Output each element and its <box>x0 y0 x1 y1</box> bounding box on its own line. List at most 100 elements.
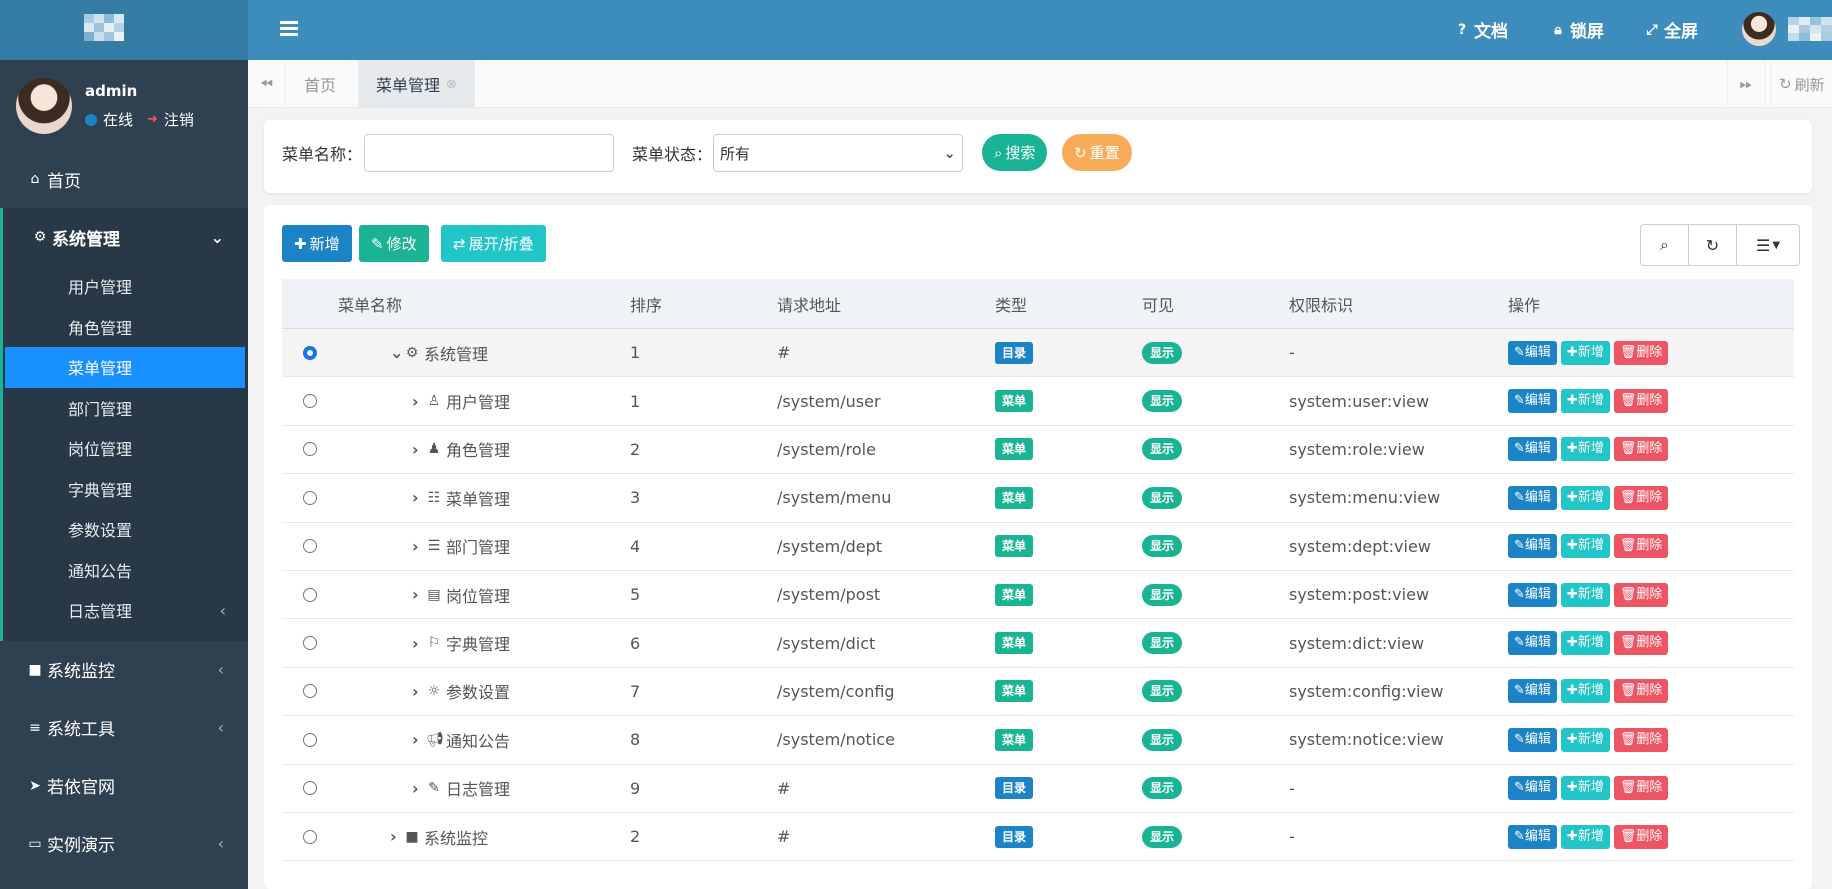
chevron-right-icon[interactable]: › <box>412 682 420 701</box>
row-add-button[interactable]: ✚新增 <box>1560 534 1610 559</box>
fullscreen-button[interactable]: ⤢ 全屏 <box>1644 17 1698 43</box>
row-edit-button[interactable]: ✎编辑 <box>1508 485 1557 510</box>
table-row[interactable]: › 📢︎ 通知公告 8/system/notice 菜单 显示 system:notice:… <box>282 716 1794 765</box>
row-add-button[interactable]: ✚新增 <box>1560 631 1610 656</box>
table-row[interactable]: › ■ 系统监控 2 # 目录 显示 - ✎编辑 ✚新增 🗑︎删除 <box>282 813 1794 862</box>
nav-item-notice[interactable]: 通知公告 <box>3 550 248 591</box>
row-delete-button[interactable]: 🗑︎删除 <box>1613 340 1669 365</box>
row-delete-button[interactable]: 🗑︎删除 <box>1613 389 1669 414</box>
chevron-right-icon[interactable]: › <box>412 585 420 604</box>
chevron-right-icon[interactable]: › <box>412 730 420 749</box>
nav-home[interactable]: ⌂ 首页 <box>0 150 248 208</box>
chevron-right-icon[interactable]: › <box>412 392 420 411</box>
row-edit-button[interactable]: ✎编辑 <box>1508 824 1557 849</box>
table-row[interactable]: › ☰ 部门管理 4/system/dept 菜单 显示 system:dept:view ✎… <box>282 523 1794 571</box>
row-delete-button[interactable]: 🗑︎删除 <box>1613 485 1669 510</box>
chevron-down-icon[interactable]: ⌄ <box>390 343 403 362</box>
nav-site[interactable]: ➤ 若依官网 <box>0 757 248 815</box>
table-row[interactable]: ⌄ ⚙ 系统管理 1 # 目录 显示 - ✎编辑 ✚新增 🗑︎删除 <box>282 329 1794 378</box>
table-row[interactable]: › ☷ 菜单管理 3/system/menu 菜单 显示 system:menu:view ✎… <box>282 474 1794 523</box>
chevron-right-icon[interactable]: › <box>412 440 420 459</box>
chevron-right-icon[interactable]: › <box>412 634 420 653</box>
topbar-avatar[interactable] <box>1742 12 1776 46</box>
logout-link[interactable]: 注销 <box>164 109 194 130</box>
tab-scroll-right-button[interactable]: ⏩︎ <box>1727 60 1765 108</box>
nav-tools[interactable]: ≡ 系统工具 ‹ <box>0 699 248 757</box>
row-edit-button[interactable]: ✎编辑 <box>1508 437 1557 462</box>
logout-icon[interactable]: ➜ <box>147 112 158 127</box>
row-select-radio[interactable] <box>303 490 317 505</box>
chevron-right-icon[interactable]: › <box>412 779 420 798</box>
logo[interactable] <box>0 0 248 60</box>
row-add-button[interactable]: ✚新增 <box>1560 776 1610 801</box>
table-row[interactable]: › ⚐ 字典管理 6/system/dict 菜单 显示 system:dict:view ✎… <box>282 619 1794 668</box>
row-delete-button[interactable]: 🗑︎删除 <box>1613 679 1669 704</box>
chevron-right-icon[interactable]: › <box>412 488 420 507</box>
nav-item-menu[interactable]: 菜单管理 <box>5 347 245 388</box>
row-select-radio[interactable] <box>303 732 317 747</box>
lock-screen-button[interactable]: 🔒︎ 锁屏 <box>1550 17 1604 43</box>
expand-collapse-button[interactable]: ⇄ 展开/折叠 <box>441 225 546 262</box>
row-add-button[interactable]: ✚新增 <box>1560 824 1610 849</box>
chevron-right-icon[interactable]: › <box>412 537 420 556</box>
nav-demo[interactable]: ▭ 实例演示 ‹ <box>0 815 248 873</box>
row-add-button[interactable]: ✚新增 <box>1560 727 1610 752</box>
table-row[interactable]: › ✎ 日志管理 9 # 目录 显示 - ✎编辑 ✚新增 🗑︎删除 <box>282 765 1794 813</box>
nav-monitor[interactable]: ■ 系统监控 ‹ <box>0 641 248 699</box>
nav-item-dict[interactable]: 字典管理 <box>3 469 248 510</box>
row-select-radio[interactable] <box>303 829 317 844</box>
row-select-radio[interactable] <box>303 636 317 651</box>
table-row[interactable]: › ♙ 用户管理 1/system/user 菜单 显示 system:user:view ✎… <box>282 377 1794 426</box>
row-select-radio[interactable] <box>303 394 317 409</box>
row-delete-button[interactable]: 🗑︎删除 <box>1613 776 1669 801</box>
row-edit-button[interactable]: ✎编辑 <box>1508 631 1557 656</box>
row-edit-button[interactable]: ✎编辑 <box>1508 776 1557 801</box>
table-row[interactable]: › ▤ 岗位管理 5/system/post 菜单 显示 system:post:view ✎… <box>282 571 1794 620</box>
docs-button[interactable]: ? 文档 <box>1454 17 1508 43</box>
search-toggle-button[interactable]: ⌕ <box>1641 225 1689 265</box>
nav-item-log[interactable]: 日志管理 ‹ <box>3 590 248 631</box>
row-edit-button[interactable]: ✎编辑 <box>1508 727 1557 752</box>
table-row[interactable]: › ☼ 参数设置 7/system/config 菜单 显示 system:config:v… <box>282 668 1794 717</box>
row-select-radio[interactable] <box>303 539 317 554</box>
row-select-radio[interactable] <box>303 442 317 457</box>
nav-item-role[interactable]: 角色管理 <box>3 307 248 348</box>
row-add-button[interactable]: ✚新增 <box>1560 582 1610 607</box>
row-add-button[interactable]: ✚新增 <box>1560 679 1610 704</box>
reset-button[interactable]: ↻ 重置 <box>1062 134 1132 171</box>
row-add-button[interactable]: ✚新增 <box>1560 437 1610 462</box>
close-tab-icon[interactable]: ⊗ <box>446 77 457 92</box>
row-edit-button[interactable]: ✎编辑 <box>1508 582 1557 607</box>
row-delete-button[interactable]: 🗑︎删除 <box>1613 631 1669 656</box>
nav-item-post[interactable]: 岗位管理 <box>3 428 248 469</box>
search-button[interactable]: ⌕ 搜索 <box>982 134 1048 171</box>
row-add-button[interactable]: ✚新增 <box>1560 340 1610 365</box>
nav-item-user[interactable]: 用户管理 <box>3 266 248 307</box>
columns-button[interactable]: ☰ ▼ <box>1737 225 1799 265</box>
menu-name-input[interactable] <box>364 134 614 172</box>
tab-menu[interactable]: 菜单管理 ⊗ <box>358 60 475 108</box>
row-edit-button[interactable]: ✎编辑 <box>1508 534 1557 559</box>
row-select-radio[interactable] <box>303 587 317 602</box>
row-delete-button[interactable]: 🗑︎删除 <box>1613 824 1669 849</box>
nav-system[interactable]: ⚙ 系统管理 ⌄ <box>3 208 248 266</box>
row-edit-button[interactable]: ✎编辑 <box>1508 340 1557 365</box>
refresh-button[interactable]: ↻ 刷新 <box>1770 60 1832 108</box>
nav-item-config[interactable]: 参数设置 <box>3 509 248 550</box>
table-row[interactable]: › ♟ 角色管理 2/system/role 菜单 显示 system:role:view ✎… <box>282 426 1794 475</box>
row-select-radio[interactable] <box>303 345 317 360</box>
nav-item-dept[interactable]: 部门管理 <box>3 388 248 429</box>
row-delete-button[interactable]: 🗑︎删除 <box>1613 437 1669 462</box>
tab-scroll-left-button[interactable]: ⏪︎ <box>248 60 286 108</box>
row-edit-button[interactable]: ✎编辑 <box>1508 389 1557 414</box>
row-delete-button[interactable]: 🗑︎删除 <box>1613 582 1669 607</box>
refresh-table-button[interactable]: ↻ <box>1689 225 1737 265</box>
row-select-radio[interactable] <box>303 684 317 699</box>
row-add-button[interactable]: ✚新增 <box>1560 389 1610 414</box>
tab-home[interactable]: 首页 <box>286 60 354 108</box>
row-delete-button[interactable]: 🗑︎删除 <box>1613 534 1669 559</box>
add-button[interactable]: ✚ 新增 <box>282 225 352 262</box>
menu-status-select[interactable]: 所有 ⌄ <box>713 134 963 172</box>
edit-button[interactable]: ✎ 修改 <box>359 225 429 262</box>
hamburger-menu-icon[interactable] <box>280 18 298 42</box>
